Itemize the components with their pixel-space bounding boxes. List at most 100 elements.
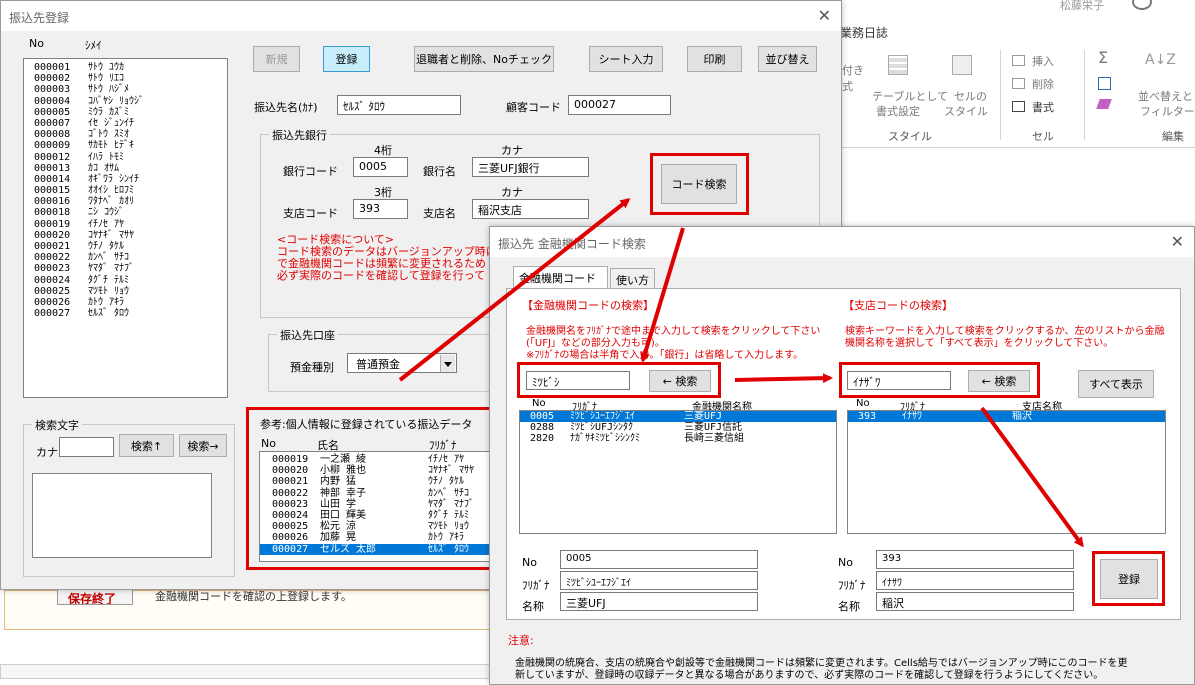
search-result-list[interactable] — [32, 473, 212, 558]
list-cell-name: 長崎三菱信組 — [684, 433, 744, 445]
list-cell-no: 000005 — [34, 106, 71, 118]
bank-header-no: No — [532, 398, 546, 409]
list-cell-kana: ｶﾝﾍﾞ ｻﾁｺ — [88, 252, 130, 264]
cond-format-label[interactable]: 付き — [842, 62, 864, 78]
bank-result-list[interactable]: 0005 ﾐﾂﾋﾞｼﾕｰｴﾌｼﾞｴｲ 三菱UFJ 0288 ﾐﾂﾋﾞｼUFJｼﾝﾀｸ 三菱… — [519, 410, 837, 534]
annotation-box-register — [1092, 551, 1165, 606]
list-item[interactable]: 000018 ﾆｼ ｺｳｼﾞ — [32, 207, 227, 218]
list-cell-no: 000020 — [34, 229, 71, 241]
list-item[interactable]: 393 ｲﾅｻﾜ 稲沢 — [848, 411, 1165, 423]
save-exit-button[interactable]: 保存終了 — [57, 589, 133, 605]
search-up-button[interactable]: 検索↑ — [119, 434, 174, 457]
list-item[interactable]: 000019 ｲﾁﾉｾ ｱﾔ — [32, 219, 227, 230]
bank-code-input[interactable]: 0005 — [353, 157, 408, 177]
list-cell-kana: ｻﾄｳ ﾕｳｶ — [88, 62, 125, 73]
clear-icon[interactable] — [1096, 99, 1112, 109]
delete-button[interactable]: 削除 — [1032, 76, 1054, 92]
list-item[interactable]: 0288 ﾐﾂﾋﾞｼUFJｼﾝﾀｸ 三菱UFJ信託 — [520, 422, 836, 433]
list-item[interactable]: 2820 ﾅｶﾞｻｷﾐﾂﾋﾞｼｼﾝｸﾐ 長崎三菱信組 — [520, 433, 836, 444]
bank-kana-label: カナ — [501, 144, 523, 157]
deposit-type-value: 普通預金 — [356, 358, 400, 371]
fill-icon[interactable] — [1098, 77, 1111, 90]
payee-name-input[interactable]: ｾﾙｽﾞ ﾀﾛｳ — [337, 95, 461, 115]
sheet-note-text: 金融機関コードを確認の上登録します。 — [155, 590, 352, 603]
list-item[interactable]: 000008 ｺﾞﾄｳ ｽﾐｵ — [32, 129, 227, 140]
list-item[interactable]: 000005 ﾐｳﾗ ｶｽﾞﾐ — [32, 107, 227, 118]
list-cell-kana: ﾐﾂﾋﾞｼUFJｼﾝﾀｸ — [570, 422, 634, 434]
list-cell-kana: ﾔﾏﾀﾞ ﾏﾅﾌﾞ — [88, 263, 135, 275]
close-icon[interactable]: ✕ — [1171, 232, 1184, 251]
table-format-icon[interactable] — [888, 55, 908, 75]
list-item[interactable]: 000015 ｵｵｲｼ ﾋﾛﾌﾐ — [32, 185, 227, 196]
sel-branch-name-input[interactable]: 稲沢 — [876, 592, 1074, 611]
new-button[interactable]: 新規 — [253, 46, 300, 72]
sel-branch-kana-input[interactable]: ｲﾅｻﾜ — [876, 571, 1074, 590]
list-item[interactable]: 000023 ﾔﾏﾀﾞ ﾏﾅﾌﾞ — [32, 263, 227, 274]
list-item[interactable]: 000013 ｶｺ ｵｻﾑ — [32, 163, 227, 174]
sel-bank-name-input[interactable]: 三菱UFJ — [560, 592, 758, 611]
cell-style-label[interactable]: セルの — [954, 88, 987, 104]
list-item[interactable]: 000021 ｳﾁﾉ ﾀｹﾙ — [32, 241, 227, 252]
sort-filter-icon[interactable]: A↓Z — [1145, 52, 1176, 68]
list-item[interactable]: 000009 ｻｶﾓﾄ ﾋﾃﾞｷ — [32, 140, 227, 151]
list-cell-no: 2820 — [530, 433, 555, 445]
tab-bank-code-search[interactable]: 金融機関コード検索 — [513, 266, 608, 301]
show-all-button[interactable]: すべて表示 — [1078, 370, 1154, 398]
register-button[interactable]: 登録 — [323, 46, 370, 72]
sort-filter-label2: フィルター — [1140, 105, 1195, 118]
list-cell-name: 三菱UFJ信託 — [684, 422, 743, 434]
list-item[interactable]: 000004 ｺﾊﾞﾔｼ ﾘｮｳｼﾞ — [32, 96, 227, 107]
search-group-title: 検索文字 — [32, 417, 82, 433]
list-item[interactable]: 000014 ｵｷﾞﾜﾗ ｼﾝｲﾁ — [32, 174, 227, 185]
tab-usage[interactable]: 使い方 — [610, 268, 655, 288]
user-name: 松藤栄子 — [1060, 0, 1104, 12]
list-item[interactable]: 000022 ｶﾝﾍﾞ ｻﾁｺ — [32, 252, 227, 263]
search-kana-input[interactable] — [59, 437, 114, 457]
customer-code-input[interactable]: 000027 — [568, 95, 671, 115]
group-style-label: スタイル — [888, 130, 932, 143]
branch-code-label: 支店コード — [283, 207, 338, 220]
list-cell-kana: ﾐｳﾗ ｶｽﾞﾐ — [88, 106, 130, 118]
main-titlebar: 振込先登録 ✕ — [1, 1, 841, 31]
insert-button[interactable]: 挿入 — [1032, 53, 1054, 69]
sel-bank-no-input[interactable]: 0005 — [560, 550, 758, 569]
list-item[interactable]: 000012 ｲﾊﾗ ﾄﾓﾐ — [32, 152, 227, 163]
branch-name-input[interactable]: 稲沢支店 — [472, 199, 589, 219]
user-avatar-icon[interactable] — [1132, 0, 1152, 10]
list-item[interactable]: 000002 ｻﾄｳ ﾘｴｺ — [32, 73, 227, 84]
sheet-input-button[interactable]: シート入力 — [589, 46, 663, 72]
list-item[interactable]: 000025 ﾏﾂﾓﾄ ﾘｮｳ — [32, 286, 227, 297]
payee-list[interactable]: 000001 ｻﾄｳ ﾕｳｶ 000002 ｻﾄｳ ﾘｴｺ 000003 ｻﾄｳ ﾊｼﾞﾒ… — [23, 58, 228, 398]
list-cell-no: 000023 — [34, 263, 71, 275]
cell-style-icon[interactable] — [952, 55, 972, 75]
sel-branch-no-input[interactable]: 393 — [876, 550, 1074, 569]
bank-name-input[interactable]: 三菱UFJ銀行 — [472, 157, 589, 177]
list-item[interactable]: 000024 ﾀｸﾞﾁ ﾃﾙﾐ — [32, 275, 227, 286]
list-item[interactable]: 000016 ﾜﾀﾅﾍﾞ ｶｵﾘ — [32, 196, 227, 207]
list-item[interactable]: 000001 ｻﾄｳ ﾕｳｶ — [32, 62, 227, 73]
format-button[interactable]: 書式 — [1032, 99, 1054, 115]
close-icon[interactable]: ✕ — [818, 6, 831, 25]
search-right-button[interactable]: 検索→ — [179, 434, 227, 457]
delete-retired-button[interactable]: 退職者と削除、Noチェック — [414, 46, 554, 72]
list-item[interactable]: 000020 ｺﾔﾅｷﾞ ﾏｻﾔ — [32, 230, 227, 241]
list-item[interactable]: 000026 ｶﾄｳ ｱｷﾗ — [32, 297, 227, 308]
deposit-type-select[interactable]: 普通預金 — [347, 353, 457, 373]
sum-icon[interactable]: Σ — [1098, 48, 1108, 67]
list-item[interactable]: 000003 ｻﾄｳ ﾊｼﾞﾒ — [32, 84, 227, 95]
sort-button[interactable]: 並び替え — [758, 46, 817, 72]
print-button[interactable]: 印刷 — [687, 46, 742, 72]
search-window-title: 振込先 金融機関コード検索 — [498, 237, 646, 251]
sel-bank-kana-input[interactable]: ﾐﾂﾋﾞｼﾕｰｴﾌｼﾞｴｲ — [560, 571, 758, 590]
sort-filter-label[interactable]: 並べ替えと — [1138, 88, 1193, 104]
sheet-scrollbar[interactable] — [0, 664, 490, 679]
annotation-box-reference — [246, 407, 494, 570]
list-item[interactable]: 000007 ｲｾ ｼﾞｭﾝｲﾁ — [32, 118, 227, 129]
branch-result-list[interactable]: 393 ｲﾅｻﾜ 稲沢 — [847, 410, 1166, 534]
list-item[interactable]: 0005 ﾐﾂﾋﾞｼﾕｰｴﾌｼﾞｴｲ 三菱UFJ — [520, 411, 836, 423]
branch-code-input[interactable]: 393 — [353, 199, 408, 219]
table-format-label[interactable]: テーブルとして — [872, 88, 948, 104]
list-item[interactable]: 000027 ｾﾙｽﾞ ﾀﾛｳ — [32, 308, 227, 319]
list-cell-no: 000019 — [34, 218, 71, 230]
chevron-down-icon[interactable] — [440, 355, 455, 372]
